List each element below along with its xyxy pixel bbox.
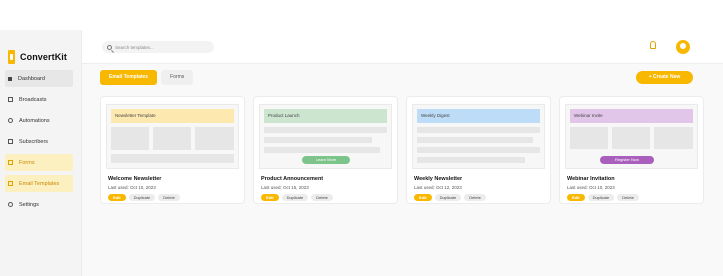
- delete-button[interactable]: Delete: [311, 194, 333, 201]
- template-name: Webinar Invitation: [567, 176, 615, 182]
- template-name: Weekly Newsletter: [414, 176, 463, 182]
- sidebar-item-forms[interactable]: Forms: [5, 154, 73, 171]
- card-actions: Edit Duplicate Delete: [567, 194, 639, 201]
- template-last-used: Last used: Oct 10, 2023: [108, 185, 156, 190]
- template-card[interactable]: Webinar Invite Register Now Webinar Invi…: [559, 96, 704, 204]
- edit-button[interactable]: Edit: [108, 194, 126, 201]
- preview-block: [264, 137, 372, 143]
- template-preview: Newsletter Template: [106, 104, 239, 169]
- preview-block: [654, 127, 693, 149]
- template-preview: Product Launch Learn More: [259, 104, 392, 169]
- template-last-used: Last used: Oct 12, 2023: [414, 185, 462, 190]
- search-box[interactable]: [102, 41, 214, 53]
- template-last-used: Last used: Oct 15, 2023: [261, 185, 309, 190]
- email-templates-icon: [8, 181, 13, 186]
- preview-block: [417, 127, 540, 133]
- template-card[interactable]: Product Launch Learn More Product Announ…: [253, 96, 398, 204]
- preview-header: Product Launch: [264, 109, 387, 123]
- duplicate-button[interactable]: Duplicate: [281, 194, 309, 201]
- sidebar-item-dashboard[interactable]: Dashboard: [5, 70, 73, 87]
- create-new-button[interactable]: + Create New: [636, 71, 693, 84]
- preview-block: [111, 154, 234, 163]
- card-actions: Edit Duplicate Delete: [261, 194, 333, 201]
- sidebar-item-subscribers[interactable]: Subscribers: [5, 133, 73, 150]
- sidebar-item-email-templates[interactable]: Email Templates: [5, 175, 73, 192]
- brand-name: ConvertKit: [20, 52, 68, 62]
- template-preview: Weekly Digest: [412, 104, 545, 169]
- search-input[interactable]: [115, 44, 210, 50]
- card-actions: Edit Duplicate Delete: [108, 194, 180, 201]
- main-content: Email Templates Forms + Create New Newsl…: [82, 30, 723, 276]
- preview-block: [417, 157, 525, 163]
- template-card[interactable]: Newsletter Template Welcome Newsletter L…: [100, 96, 245, 204]
- template-tabs: Email Templates Forms: [100, 70, 194, 85]
- template-name: Welcome Newsletter: [108, 176, 162, 182]
- sidebar-item-label: Settings: [19, 201, 39, 208]
- search-icon: [107, 44, 112, 50]
- sidebar-item-label: Automations: [19, 117, 50, 124]
- brand[interactable]: ConvertKit: [0, 30, 81, 70]
- app-window: ConvertKit Dashboard Broadcasts Automati…: [0, 30, 723, 276]
- top-bar: [82, 30, 723, 64]
- template-grid: Newsletter Template Welcome Newsletter L…: [100, 96, 704, 204]
- template-preview: Webinar Invite Register Now: [565, 104, 698, 169]
- sidebar-item-label: Email Templates: [19, 180, 60, 187]
- duplicate-button[interactable]: Duplicate: [434, 194, 462, 201]
- template-card[interactable]: Weekly Digest Weekly Newsletter Last use…: [406, 96, 551, 204]
- sidebar-item-automations[interactable]: Automations: [5, 112, 73, 129]
- duplicate-button[interactable]: Duplicate: [128, 194, 156, 201]
- sidebar-item-label: Dashboard: [18, 75, 45, 82]
- user-avatar[interactable]: [676, 40, 690, 54]
- preview-cta-button: Learn More: [302, 156, 350, 164]
- sidebar-item-label: Subscribers: [19, 138, 49, 145]
- forms-icon: [8, 160, 13, 165]
- duplicate-button[interactable]: Duplicate: [587, 194, 615, 201]
- sidebar-item-label: Forms: [19, 159, 35, 166]
- preview-block: [111, 127, 149, 150]
- broadcast-icon: [8, 97, 13, 102]
- preview-block: [417, 137, 533, 143]
- subscribers-icon: [8, 139, 13, 144]
- tab-email-templates[interactable]: Email Templates: [100, 70, 158, 85]
- card-actions: Edit Duplicate Delete: [414, 194, 486, 201]
- preview-block: [570, 127, 608, 149]
- preview-header: Newsletter Template: [111, 109, 234, 123]
- delete-button[interactable]: Delete: [617, 194, 639, 201]
- tab-forms[interactable]: Forms: [161, 70, 194, 85]
- delete-button[interactable]: Delete: [464, 194, 486, 201]
- edit-button[interactable]: Edit: [261, 194, 279, 201]
- lightbulb-icon[interactable]: [650, 41, 656, 49]
- preview-block: [153, 127, 191, 150]
- delete-button[interactable]: Delete: [158, 194, 180, 201]
- preview-block: [612, 127, 650, 149]
- sidebar-item-label: Broadcasts: [19, 96, 47, 103]
- template-name: Product Announcement: [261, 176, 324, 182]
- sidebar-item-broadcasts[interactable]: Broadcasts: [5, 91, 73, 108]
- sidebar-nav: Dashboard Broadcasts Automations Subscri…: [0, 70, 81, 213]
- automation-icon: [8, 118, 13, 123]
- sidebar: ConvertKit Dashboard Broadcasts Automati…: [0, 30, 82, 276]
- template-last-used: Last used: Oct 10, 2023: [567, 185, 615, 190]
- preview-block: [264, 147, 380, 153]
- edit-button[interactable]: Edit: [567, 194, 585, 201]
- dashboard-icon: [8, 76, 12, 81]
- preview-header: Webinar Invite: [570, 109, 693, 123]
- preview-block: [195, 127, 234, 150]
- edit-button[interactable]: Edit: [414, 194, 432, 201]
- settings-icon: [8, 202, 13, 207]
- preview-cta-button: Register Now: [600, 156, 654, 164]
- preview-block: [417, 147, 540, 153]
- preview-header: Weekly Digest: [417, 109, 540, 123]
- convertkit-logo-icon: [8, 50, 15, 64]
- preview-block: [264, 127, 387, 133]
- sidebar-item-settings[interactable]: Settings: [5, 196, 73, 213]
